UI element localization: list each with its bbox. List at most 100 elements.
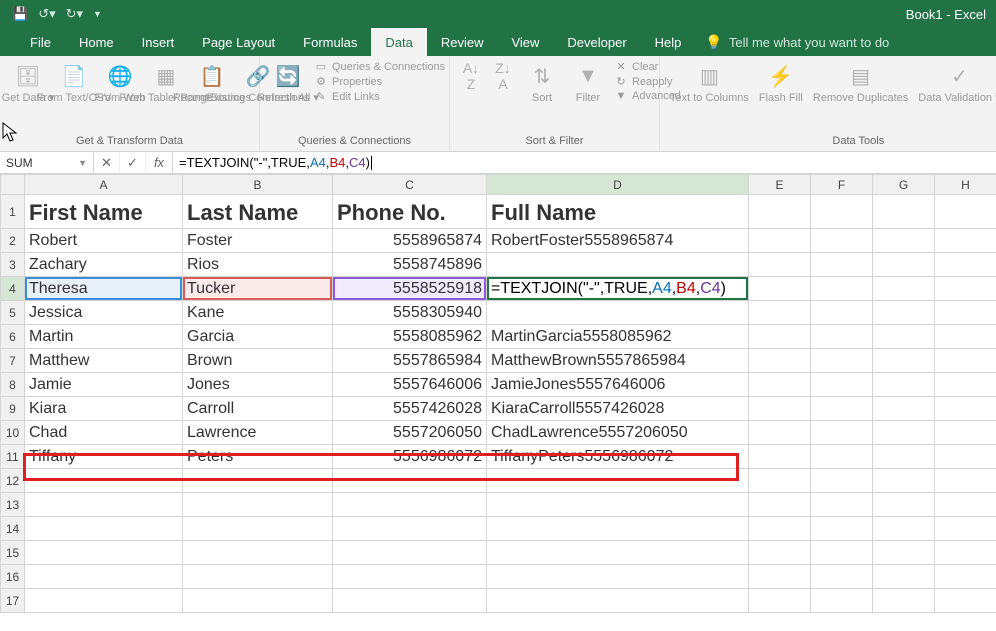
cell-a9[interactable]: Kiara (25, 397, 183, 421)
row-header-12[interactable]: 12 (1, 469, 25, 493)
cell-c1[interactable]: Phone No. (333, 195, 487, 229)
cell-b1[interactable]: Last Name (183, 195, 333, 229)
chevron-down-icon[interactable]: ▼ (78, 158, 87, 168)
tab-view[interactable]: View (497, 28, 553, 56)
cell-d2[interactable]: RobertFoster5558965874 (487, 229, 749, 253)
queries-connections-button[interactable]: ▭Queries & Connections (314, 60, 445, 73)
sort-asc-button[interactable]: A↓Z (458, 60, 484, 92)
row-header-8[interactable]: 8 (1, 373, 25, 397)
cell-b3[interactable]: Rios (183, 253, 333, 277)
cell-a10[interactable]: Chad (25, 421, 183, 445)
cell-b6[interactable]: Garcia (183, 325, 333, 349)
cell-b2[interactable]: Foster (183, 229, 333, 253)
row-header-7[interactable]: 7 (1, 349, 25, 373)
undo-icon[interactable]: ↺▾ (38, 6, 55, 22)
sort-button[interactable]: ⇅Sort (522, 60, 562, 106)
col-header-f[interactable]: F (811, 175, 873, 195)
cell-c8[interactable]: 5557646006 (333, 373, 487, 397)
cancel-formula-button[interactable]: ✕ (94, 152, 120, 173)
tab-data[interactable]: Data (371, 28, 426, 56)
col-header-h[interactable]: H (935, 175, 996, 195)
tab-home[interactable]: Home (65, 28, 128, 56)
tab-page-layout[interactable]: Page Layout (188, 28, 289, 56)
tab-insert[interactable]: Insert (128, 28, 189, 56)
row-header-15[interactable]: 15 (1, 541, 25, 565)
cell-b8[interactable]: Jones (183, 373, 333, 397)
cell-c10[interactable]: 5557206050 (333, 421, 487, 445)
edit-links-button[interactable]: ✎Edit Links (314, 90, 445, 103)
cell-a1[interactable]: First Name (25, 195, 183, 229)
tab-review[interactable]: Review (427, 28, 498, 56)
cell-b9[interactable]: Carroll (183, 397, 333, 421)
from-text-csv-button[interactable]: 📄From Text/CSV (54, 60, 94, 106)
row-header-14[interactable]: 14 (1, 517, 25, 541)
cell-d9[interactable]: KiaraCarroll5557426028 (487, 397, 749, 421)
refresh-all-button[interactable]: 🔄Refresh All ▾ (268, 60, 308, 106)
row-header-10[interactable]: 10 (1, 421, 25, 445)
cell-d3[interactable] (487, 253, 749, 277)
cell-d8[interactable]: JamieJones5557646006 (487, 373, 749, 397)
cell-a6[interactable]: Martin (25, 325, 183, 349)
tab-file[interactable]: File (16, 28, 65, 56)
tell-me-search[interactable]: 💡 Tell me what you want to do (705, 28, 889, 56)
fx-button[interactable]: fx (146, 152, 172, 173)
data-validation-button[interactable]: ✓Data Validation ▾ (916, 60, 996, 106)
col-header-a[interactable]: A (25, 175, 183, 195)
enter-formula-button[interactable]: ✓ (120, 152, 146, 173)
qat-dropdown-icon[interactable]: ▼ (93, 9, 102, 19)
cell-a3[interactable]: Zachary (25, 253, 183, 277)
row-header-4[interactable]: 4 (1, 277, 25, 301)
cell-a7[interactable]: Matthew (25, 349, 183, 373)
tab-help[interactable]: Help (641, 28, 696, 56)
properties-button[interactable]: ⚙Properties (314, 75, 445, 88)
flash-fill-button[interactable]: ⚡Flash Fill (757, 60, 805, 106)
cell-c5[interactable]: 5558305940 (333, 301, 487, 325)
cell-d7[interactable]: MatthewBrown5557865984 (487, 349, 749, 373)
cell-c11[interactable]: 5556986072 (333, 445, 487, 469)
cell-d5[interactable] (487, 301, 749, 325)
row-header-17[interactable]: 17 (1, 589, 25, 613)
spreadsheet-grid[interactable]: A B C D E F G H 1 First Name Last Name P… (0, 174, 996, 613)
cell-d6[interactable]: MartinGarcia5558085962 (487, 325, 749, 349)
row-header-11[interactable]: 11 (1, 445, 25, 469)
col-header-c[interactable]: C (333, 175, 487, 195)
cell-c4[interactable]: 5558525918 (333, 277, 487, 301)
cell-a5[interactable]: Jessica (25, 301, 183, 325)
formula-input[interactable]: =TEXTJOIN("-",TRUE,A4,B4,C4) (173, 152, 996, 173)
sort-desc-button[interactable]: Z↓A (490, 60, 516, 92)
col-header-e[interactable]: E (749, 175, 811, 195)
text-to-columns-button[interactable]: ▥Text to Columns (668, 60, 751, 106)
cell-c2[interactable]: 5558965874 (333, 229, 487, 253)
row-header-6[interactable]: 6 (1, 325, 25, 349)
cell-c9[interactable]: 5557426028 (333, 397, 487, 421)
cell-b10[interactable]: Lawrence (183, 421, 333, 445)
remove-duplicates-button[interactable]: ▤Remove Duplicates (811, 60, 910, 106)
cell-d4[interactable]: =TEXTJOIN("-",TRUE,A4,B4,C4) (487, 277, 749, 301)
cell-a8[interactable]: Jamie (25, 373, 183, 397)
cell-a11[interactable]: Tiffany (25, 445, 183, 469)
cell-d10[interactable]: ChadLawrence5557206050 (487, 421, 749, 445)
row-header-9[interactable]: 9 (1, 397, 25, 421)
cell-d11[interactable]: TiffanyPeters5556986072 (487, 445, 749, 469)
cell-b5[interactable]: Kane (183, 301, 333, 325)
row-header-1[interactable]: 1 (1, 195, 25, 229)
row-header-16[interactable]: 16 (1, 565, 25, 589)
filter-button[interactable]: ▼Filter (568, 60, 608, 106)
cell-c6[interactable]: 5558085962 (333, 325, 487, 349)
cell-b11[interactable]: Peters (183, 445, 333, 469)
row-header-13[interactable]: 13 (1, 493, 25, 517)
col-header-d[interactable]: D (487, 175, 749, 195)
cell-b7[interactable]: Brown (183, 349, 333, 373)
tab-formulas[interactable]: Formulas (289, 28, 371, 56)
cell-c7[interactable]: 5557865984 (333, 349, 487, 373)
cell-d1[interactable]: Full Name (487, 195, 749, 229)
cell-a4[interactable]: Theresa (25, 277, 183, 301)
row-header-5[interactable]: 5 (1, 301, 25, 325)
row-header-2[interactable]: 2 (1, 229, 25, 253)
cell-b4[interactable]: Tucker (183, 277, 333, 301)
name-box[interactable]: SUM ▼ (0, 152, 94, 173)
select-all-corner[interactable] (1, 175, 25, 195)
col-header-b[interactable]: B (183, 175, 333, 195)
cell-c3[interactable]: 5558745896 (333, 253, 487, 277)
row-header-3[interactable]: 3 (1, 253, 25, 277)
